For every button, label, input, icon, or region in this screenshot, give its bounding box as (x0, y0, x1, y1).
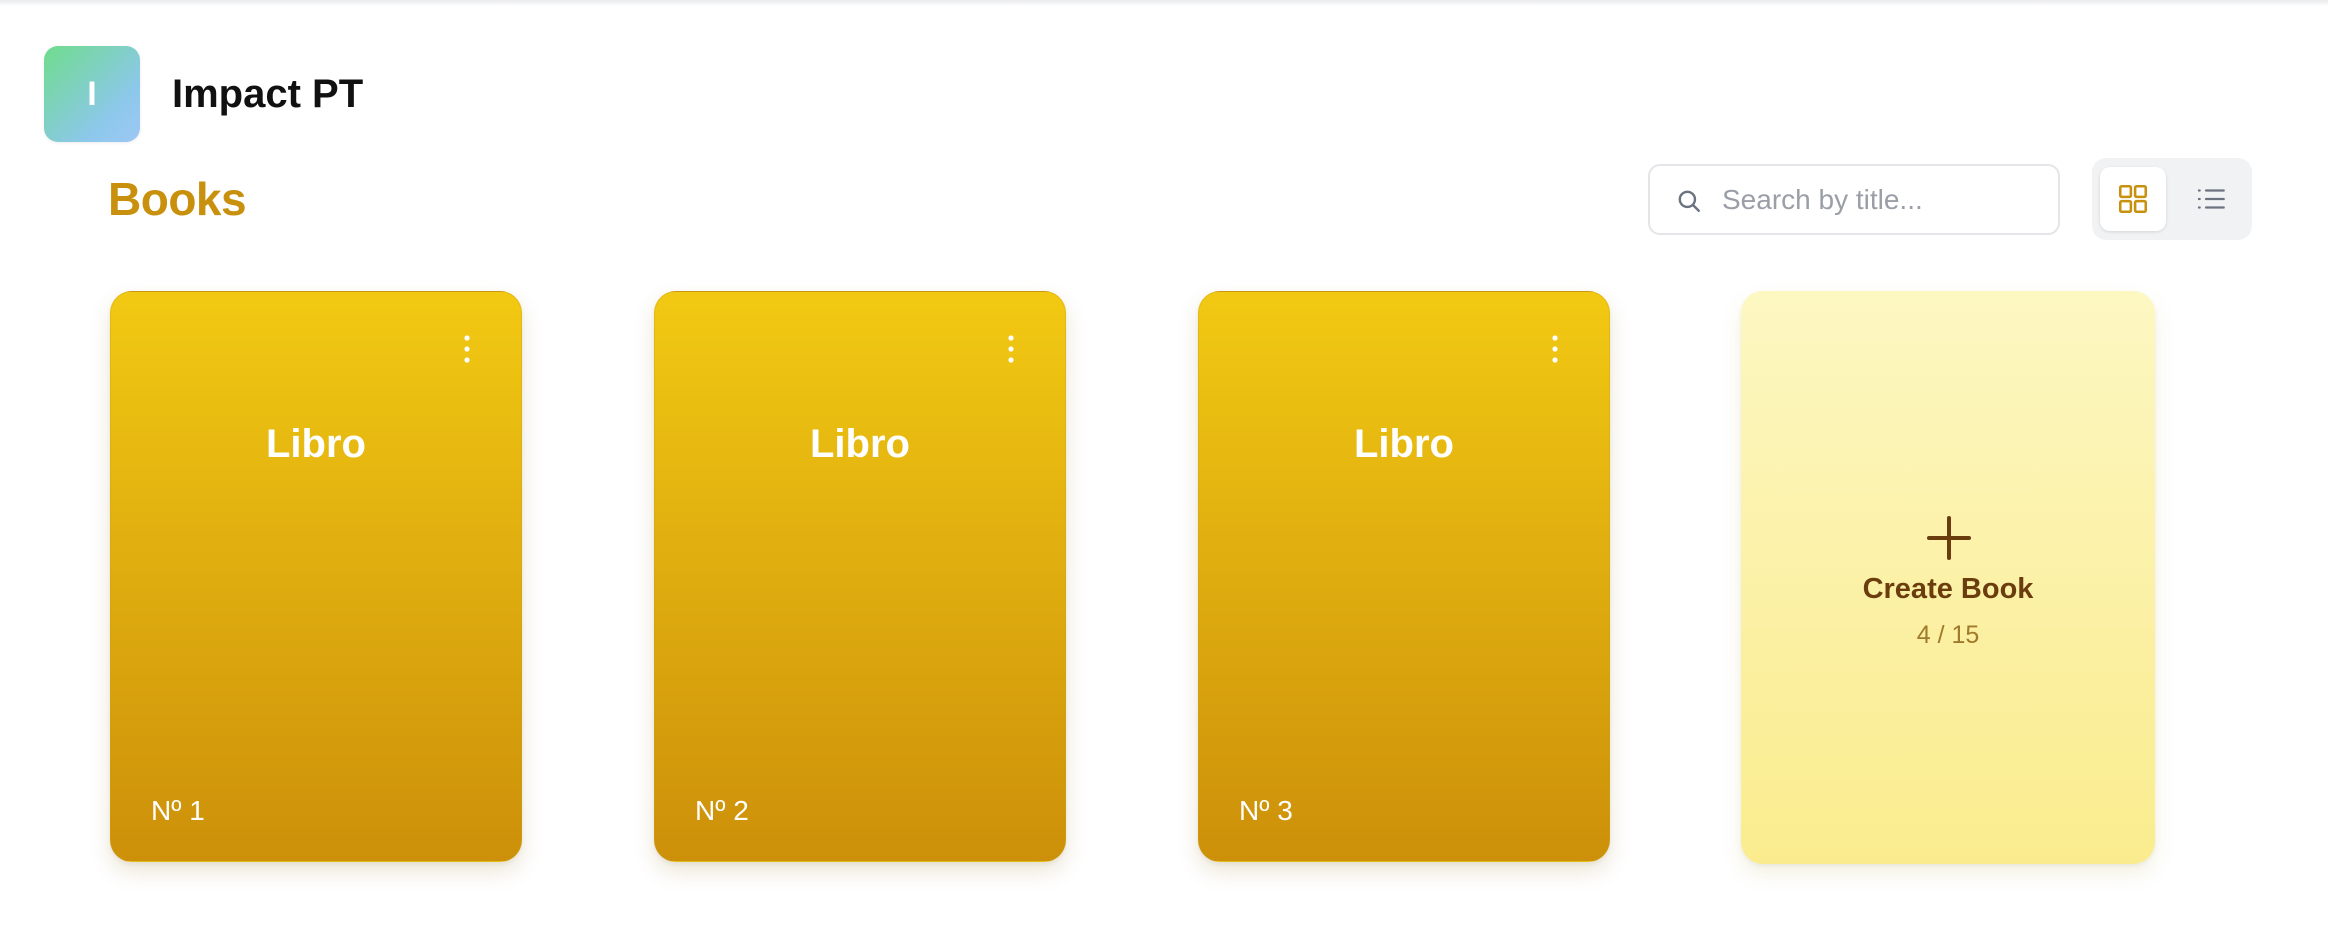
card-menu-button[interactable] (457, 332, 477, 366)
book-card[interactable]: Libro Nº 3 (1198, 291, 1610, 862)
book-count: 4 / 15 (1916, 621, 1980, 649)
plus-icon (1927, 516, 1971, 560)
brand-name: Impact PT (172, 71, 364, 116)
more-vertical-icon (464, 335, 470, 363)
card-menu-button[interactable] (1545, 332, 1565, 366)
list-view-icon (2197, 189, 2225, 209)
create-book-label: Create Book (1862, 573, 2034, 605)
book-card[interactable]: Libro Nº 1 (110, 291, 522, 862)
book-title: Libro (1354, 422, 1454, 466)
book-number: Nº 2 (695, 795, 749, 826)
book-number: Nº 3 (1239, 795, 1293, 826)
more-vertical-icon (1552, 335, 1558, 363)
search-box[interactable] (1648, 164, 2060, 235)
search-input[interactable] (1722, 176, 2042, 224)
create-book-card[interactable]: Create Book 4 / 15 (1741, 291, 2155, 864)
brand: I Impact PT (44, 46, 363, 142)
brand-avatar[interactable]: I (44, 46, 140, 142)
book-title: Libro (810, 422, 910, 466)
more-vertical-icon (1008, 335, 1014, 363)
card-menu-button[interactable] (1001, 332, 1021, 366)
list-view-button[interactable] (2178, 167, 2244, 231)
page-title: Books (108, 173, 247, 225)
book-number: Nº 1 (151, 795, 205, 826)
view-toggle (2092, 158, 2252, 240)
book-title: Libro (266, 422, 366, 466)
search-icon (1678, 190, 1700, 212)
grid-view-button[interactable] (2100, 167, 2166, 231)
grid-view-icon (2118, 184, 2148, 214)
book-card[interactable]: Libro Nº 2 (654, 291, 1066, 862)
top-shadow (0, 0, 2328, 6)
